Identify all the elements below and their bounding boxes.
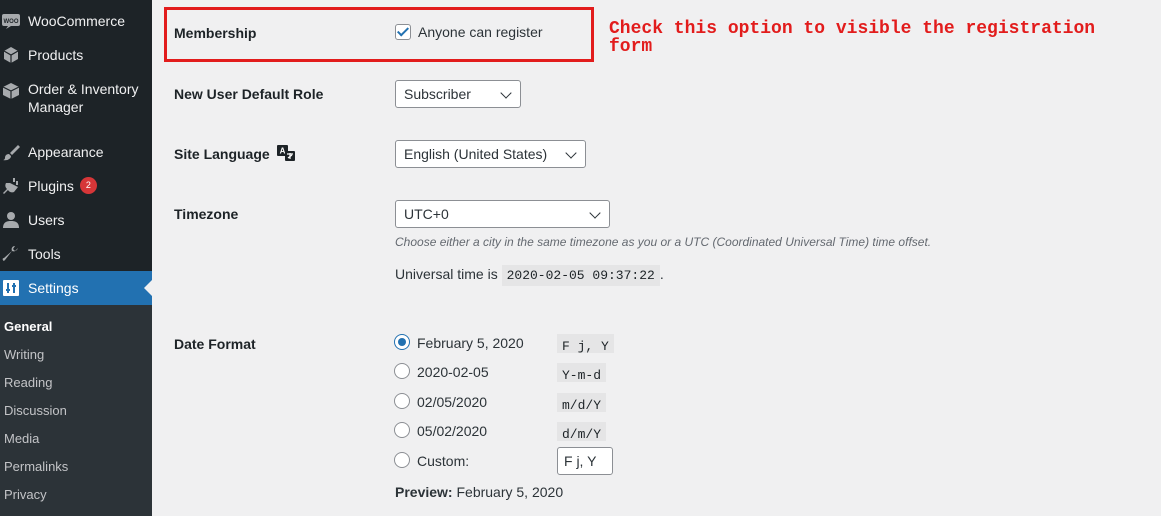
date-format-code: d/m/Y (557, 422, 607, 442)
user-icon (2, 211, 20, 229)
date-format-radio[interactable] (394, 334, 410, 350)
sidebar-item-label: Order & Inventory Manager (28, 81, 139, 115)
checkmark-icon (396, 24, 410, 37)
preview-label: Preview: (395, 484, 453, 500)
settings-main: Membership Anyone can register Check thi… (152, 0, 1161, 516)
universal-time-value: 2020-02-05 09:37:22 (501, 265, 660, 286)
timezone-label: Timezone (174, 206, 239, 222)
site-language-select[interactable]: English (United States) (395, 140, 586, 168)
submenu-item-media[interactable]: Media (4, 430, 39, 448)
date-format-code: F j, Y (557, 334, 614, 354)
submenu-item-privacy[interactable]: Privacy (4, 486, 47, 504)
universal-time-suffix: . (659, 266, 664, 282)
date-format-option-label[interactable]: 02/05/2020 (417, 393, 487, 411)
sidebar-item-order-inventory[interactable]: Order & Inventory Manager (0, 80, 152, 120)
date-format-option-label[interactable]: February 5, 2020 (417, 334, 524, 352)
admin-sidebar: WOO WooCommerce Products Order & Invento… (0, 0, 152, 516)
date-format-radio[interactable] (394, 363, 410, 379)
date-format-option-label[interactable]: Custom: (417, 452, 469, 470)
timezone-select[interactable]: UTC+0 (395, 200, 610, 228)
annotation-text: Check this option to visible the registr… (609, 19, 1096, 57)
membership-label: Membership (174, 25, 257, 41)
universal-time: Universal time is 2020-02-05 09:37:22. (395, 265, 664, 286)
svg-text:WOO: WOO (4, 19, 19, 25)
site-language-value: English (United States) (404, 146, 548, 162)
settings-submenu: General Writing Reading Discussion Media… (0, 305, 152, 516)
sidebar-item-users[interactable]: Users (0, 211, 152, 233)
svg-text:A: A (279, 147, 285, 156)
plugin-icon (2, 177, 20, 195)
sidebar-item-products[interactable]: Products (0, 46, 152, 68)
plugin-update-badge: 2 (79, 177, 97, 194)
date-format-option-label[interactable]: 2020-02-05 (417, 363, 489, 381)
date-format-option-label[interactable]: 05/02/2020 (417, 422, 487, 440)
date-format-label: Date Format (174, 336, 256, 352)
date-format-radio[interactable] (394, 393, 410, 409)
submenu-item-general[interactable]: General (4, 318, 52, 336)
date-format-code: Y-m-d (557, 363, 607, 383)
sidebar-item-settings[interactable]: Settings (0, 271, 152, 305)
submenu-item-writing[interactable]: Writing (4, 346, 44, 364)
sidebar-item-label: Appearance (28, 144, 104, 160)
paintbrush-icon (2, 143, 20, 161)
box-icon (2, 82, 20, 100)
date-format-code: m/d/Y (557, 393, 607, 413)
date-format-preview: Preview: February 5, 2020 (395, 483, 563, 501)
products-icon (2, 46, 20, 64)
sidebar-item-label: Plugins 2 (28, 177, 97, 195)
sidebar-item-appearance[interactable]: Appearance (0, 143, 152, 165)
wrench-icon (2, 245, 20, 263)
woocommerce-icon: WOO (2, 12, 20, 30)
sidebar-item-label: Settings (28, 280, 79, 296)
current-menu-arrow (144, 280, 152, 296)
sidebar-item-tools[interactable]: Tools (0, 245, 152, 267)
settings-icon (2, 279, 20, 297)
timezone-help-text: Choose either a city in the same timezon… (395, 235, 932, 249)
chevron-down-icon (500, 87, 512, 99)
sidebar-item-plugins[interactable]: Plugins 2 (0, 177, 152, 199)
date-format-radio[interactable] (394, 452, 410, 468)
sidebar-item-label: Users (28, 212, 65, 228)
preview-value: February 5, 2020 (456, 484, 564, 500)
default-role-value: Subscriber (404, 86, 471, 102)
custom-date-format-input[interactable]: F j, Y (557, 447, 613, 475)
timezone-value: UTC+0 (404, 206, 449, 222)
translation-icon: A (276, 145, 295, 165)
sidebar-item-woocommerce[interactable]: WOO WooCommerce (0, 12, 152, 34)
sidebar-item-label: WooCommerce (28, 13, 125, 29)
chevron-down-icon (589, 207, 601, 219)
submenu-item-permalinks[interactable]: Permalinks (4, 458, 68, 476)
submenu-item-discussion[interactable]: Discussion (4, 402, 67, 420)
default-role-select[interactable]: Subscriber (395, 80, 521, 108)
chevron-down-icon (565, 147, 577, 159)
anyone-can-register-checkbox[interactable] (395, 24, 411, 40)
sidebar-item-label: Tools (28, 246, 61, 262)
site-language-label: Site Language A (174, 145, 295, 165)
default-role-label: New User Default Role (174, 86, 324, 102)
universal-time-prefix: Universal time is (395, 266, 498, 282)
submenu-item-reading[interactable]: Reading (4, 374, 52, 392)
sidebar-item-label: Products (28, 47, 84, 63)
date-format-radio[interactable] (394, 422, 410, 438)
anyone-can-register-label[interactable]: Anyone can register (418, 23, 543, 41)
